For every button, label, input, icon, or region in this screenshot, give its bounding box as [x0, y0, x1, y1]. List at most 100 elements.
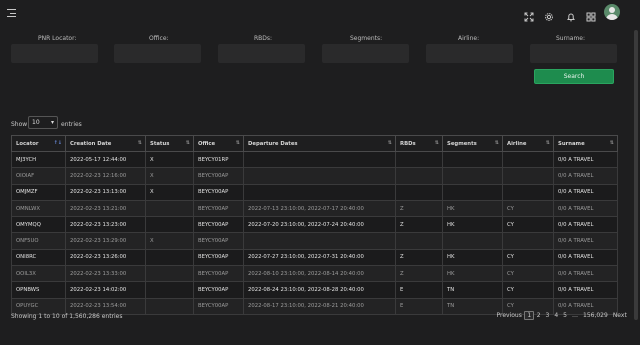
page-length-value: 10 — [32, 119, 40, 126]
office-input[interactable] — [114, 44, 201, 63]
cell-departure-dates: 2022-07-20 23:10:00, 2022-07-24 20:40:00 — [243, 216, 396, 234]
page-button-last[interactable]: 156,029 — [581, 312, 611, 319]
cell-segments: HK — [442, 249, 503, 267]
next-page-button[interactable]: Next — [610, 312, 629, 319]
search-button[interactable]: Search — [534, 69, 614, 84]
cell-departure-dates: 2022-08-10 23:10:00, 2022-08-14 20:40:00 — [243, 265, 396, 283]
avatar[interactable] — [604, 4, 620, 20]
column-header-creation-date[interactable]: Creation Date ⇅ — [65, 135, 146, 152]
table-row: OIOIAF 2022-02-23 12:16:00 X BEYCY00AP 0/0 A… — [11, 167, 618, 185]
cell-office: BEYCY00AP — [193, 167, 244, 185]
column-header-surname[interactable]: Surname ⇅ — [553, 135, 618, 152]
cell-rbds: Z — [395, 249, 443, 267]
column-header-segments[interactable]: Segments ⇅ — [442, 135, 503, 152]
cell-creation-date: 2022-05-17 12:44:00 — [65, 151, 146, 169]
page-button[interactable]: 3 — [543, 312, 552, 319]
cell-departure-dates — [243, 184, 396, 201]
airline-input[interactable] — [426, 44, 513, 63]
cell-status: X — [145, 167, 194, 185]
settings-icon[interactable] — [544, 7, 558, 21]
cell-office: BEYCY00AP — [193, 249, 244, 267]
column-header-status[interactable]: Status ⇅ — [145, 135, 194, 152]
column-header-airline[interactable]: Airline ⇅ — [502, 135, 554, 152]
segments-label: Segments: — [350, 35, 383, 42]
cell-rbds: Z — [395, 216, 443, 234]
cell-surname: 0/0 A TRAVEL — [553, 151, 618, 169]
results-table: Locator ↑↓ Creation Date ⇅ Status ⇅ Office ⇅… — [11, 135, 618, 315]
cell-rbds: Z — [395, 200, 443, 218]
fullscreen-icon[interactable] — [524, 7, 538, 22]
airline-label: Airline: — [458, 35, 480, 42]
cell-locator: OPNBWS — [11, 281, 66, 299]
cell-airline — [502, 167, 554, 185]
surname-input[interactable] — [530, 44, 617, 63]
cell-locator: ONF5UO — [11, 232, 66, 250]
cell-airline: CY — [502, 216, 554, 234]
column-header-office[interactable]: Office ⇅ — [193, 135, 244, 152]
cell-surname: 0/0 A TRAVEL — [553, 281, 618, 299]
rbds-input[interactable] — [218, 44, 305, 63]
notification-icon[interactable] — [566, 7, 580, 22]
cell-segments: HK — [442, 216, 503, 234]
page-length-select[interactable]: 10 ▾ — [28, 116, 58, 129]
cell-locator: OMNLWX — [11, 200, 66, 218]
column-header-departure-dates[interactable]: Departure Dates ⇅ — [243, 135, 396, 152]
sort-icon: ⇅ — [545, 140, 550, 146]
cell-creation-date: 2022-02-23 12:16:00 — [65, 167, 146, 185]
cell-locator: OMYMQQ — [11, 216, 66, 234]
cell-segments: TN — [442, 281, 503, 299]
table-info: Showing 1 to 10 of 1,560,286 entries — [11, 313, 123, 320]
previous-page-button[interactable]: Previous — [494, 312, 524, 319]
cell-status — [145, 200, 194, 218]
rbds-label: RBDs: — [254, 35, 273, 42]
column-header-locator[interactable]: Locator ↑↓ — [11, 135, 66, 152]
cell-surname: 0/0 A TRAVEL — [553, 265, 618, 283]
cell-status: X — [145, 151, 194, 169]
cell-surname: 0/0 A TRAVEL — [553, 249, 618, 267]
office-label: Office: — [149, 35, 169, 42]
pnr-locator-input[interactable] — [11, 44, 98, 63]
cell-departure-dates: 2022-07-27 23:10:00, 2022-07-31 20:40:00 — [243, 249, 396, 267]
page-button[interactable]: 5 — [561, 312, 570, 319]
cell-segments — [442, 151, 503, 169]
table-row: OOIL3X 2022-02-23 13:33:00 BEYCY00AP 2022-0… — [11, 265, 618, 283]
cell-airline: CY — [502, 265, 554, 283]
sort-icon: ⇅ — [235, 140, 240, 146]
cell-departure-dates: 2022-08-17 23:10:00, 2022-08-21 20:40:00 — [243, 298, 396, 315]
cell-locator: MJ3YCH — [11, 151, 66, 169]
cell-creation-date: 2022-02-23 14:02:00 — [65, 281, 146, 299]
column-header-rbds[interactable]: RBDs ⇅ — [395, 135, 443, 152]
table-row: OMYMQQ 2022-02-23 13:23:00 BEYCY00AP 2022-0… — [11, 216, 618, 234]
menu-icon[interactable] — [7, 9, 16, 17]
table-row: OMJMZF 2022-02-23 13:13:00 X BEYCY00AP 0/0 A… — [11, 184, 618, 201]
sort-icon: ⇅ — [609, 140, 614, 146]
entries-label: entries — [61, 121, 82, 128]
cell-status — [145, 281, 194, 299]
cell-airline — [502, 232, 554, 250]
cell-status: X — [145, 232, 194, 250]
cell-airline: CY — [502, 200, 554, 218]
cell-creation-date: 2022-02-23 13:29:00 — [65, 232, 146, 250]
cell-locator: ONI8RC — [11, 249, 66, 267]
sort-icon: ⇅ — [434, 140, 439, 146]
page-button[interactable]: 4 — [552, 312, 561, 319]
segments-input[interactable] — [322, 44, 409, 63]
page-button[interactable]: 2 — [534, 312, 543, 319]
cell-office: BEYCY00AP — [193, 184, 244, 201]
cell-departure-dates — [243, 167, 396, 185]
cell-office: BEYCY00AP — [193, 232, 244, 250]
cell-surname: 0/0 A TRAVEL — [553, 232, 618, 250]
cell-status: X — [145, 184, 194, 201]
pagination-ellipsis: … — [572, 311, 578, 319]
table-row: ONF5UO 2022-02-23 13:29:00 X BEYCY00AP 0/0 A… — [11, 232, 618, 250]
cell-rbds — [395, 167, 443, 185]
cell-creation-date: 2022-02-23 13:23:00 — [65, 216, 146, 234]
cell-locator: OIOIAF — [11, 167, 66, 185]
page-button-current[interactable]: 1 — [524, 310, 535, 320]
cell-locator: OOIL3X — [11, 265, 66, 283]
cell-surname: 0/0 A TRAVEL — [553, 184, 618, 201]
table-row: OPNBWS 2022-02-23 14:02:00 BEYCY00AP 2022-0… — [11, 281, 618, 299]
page-scrollbar[interactable] — [634, 30, 638, 320]
apps-grid-icon[interactable] — [586, 7, 600, 22]
cell-rbds — [395, 232, 443, 250]
